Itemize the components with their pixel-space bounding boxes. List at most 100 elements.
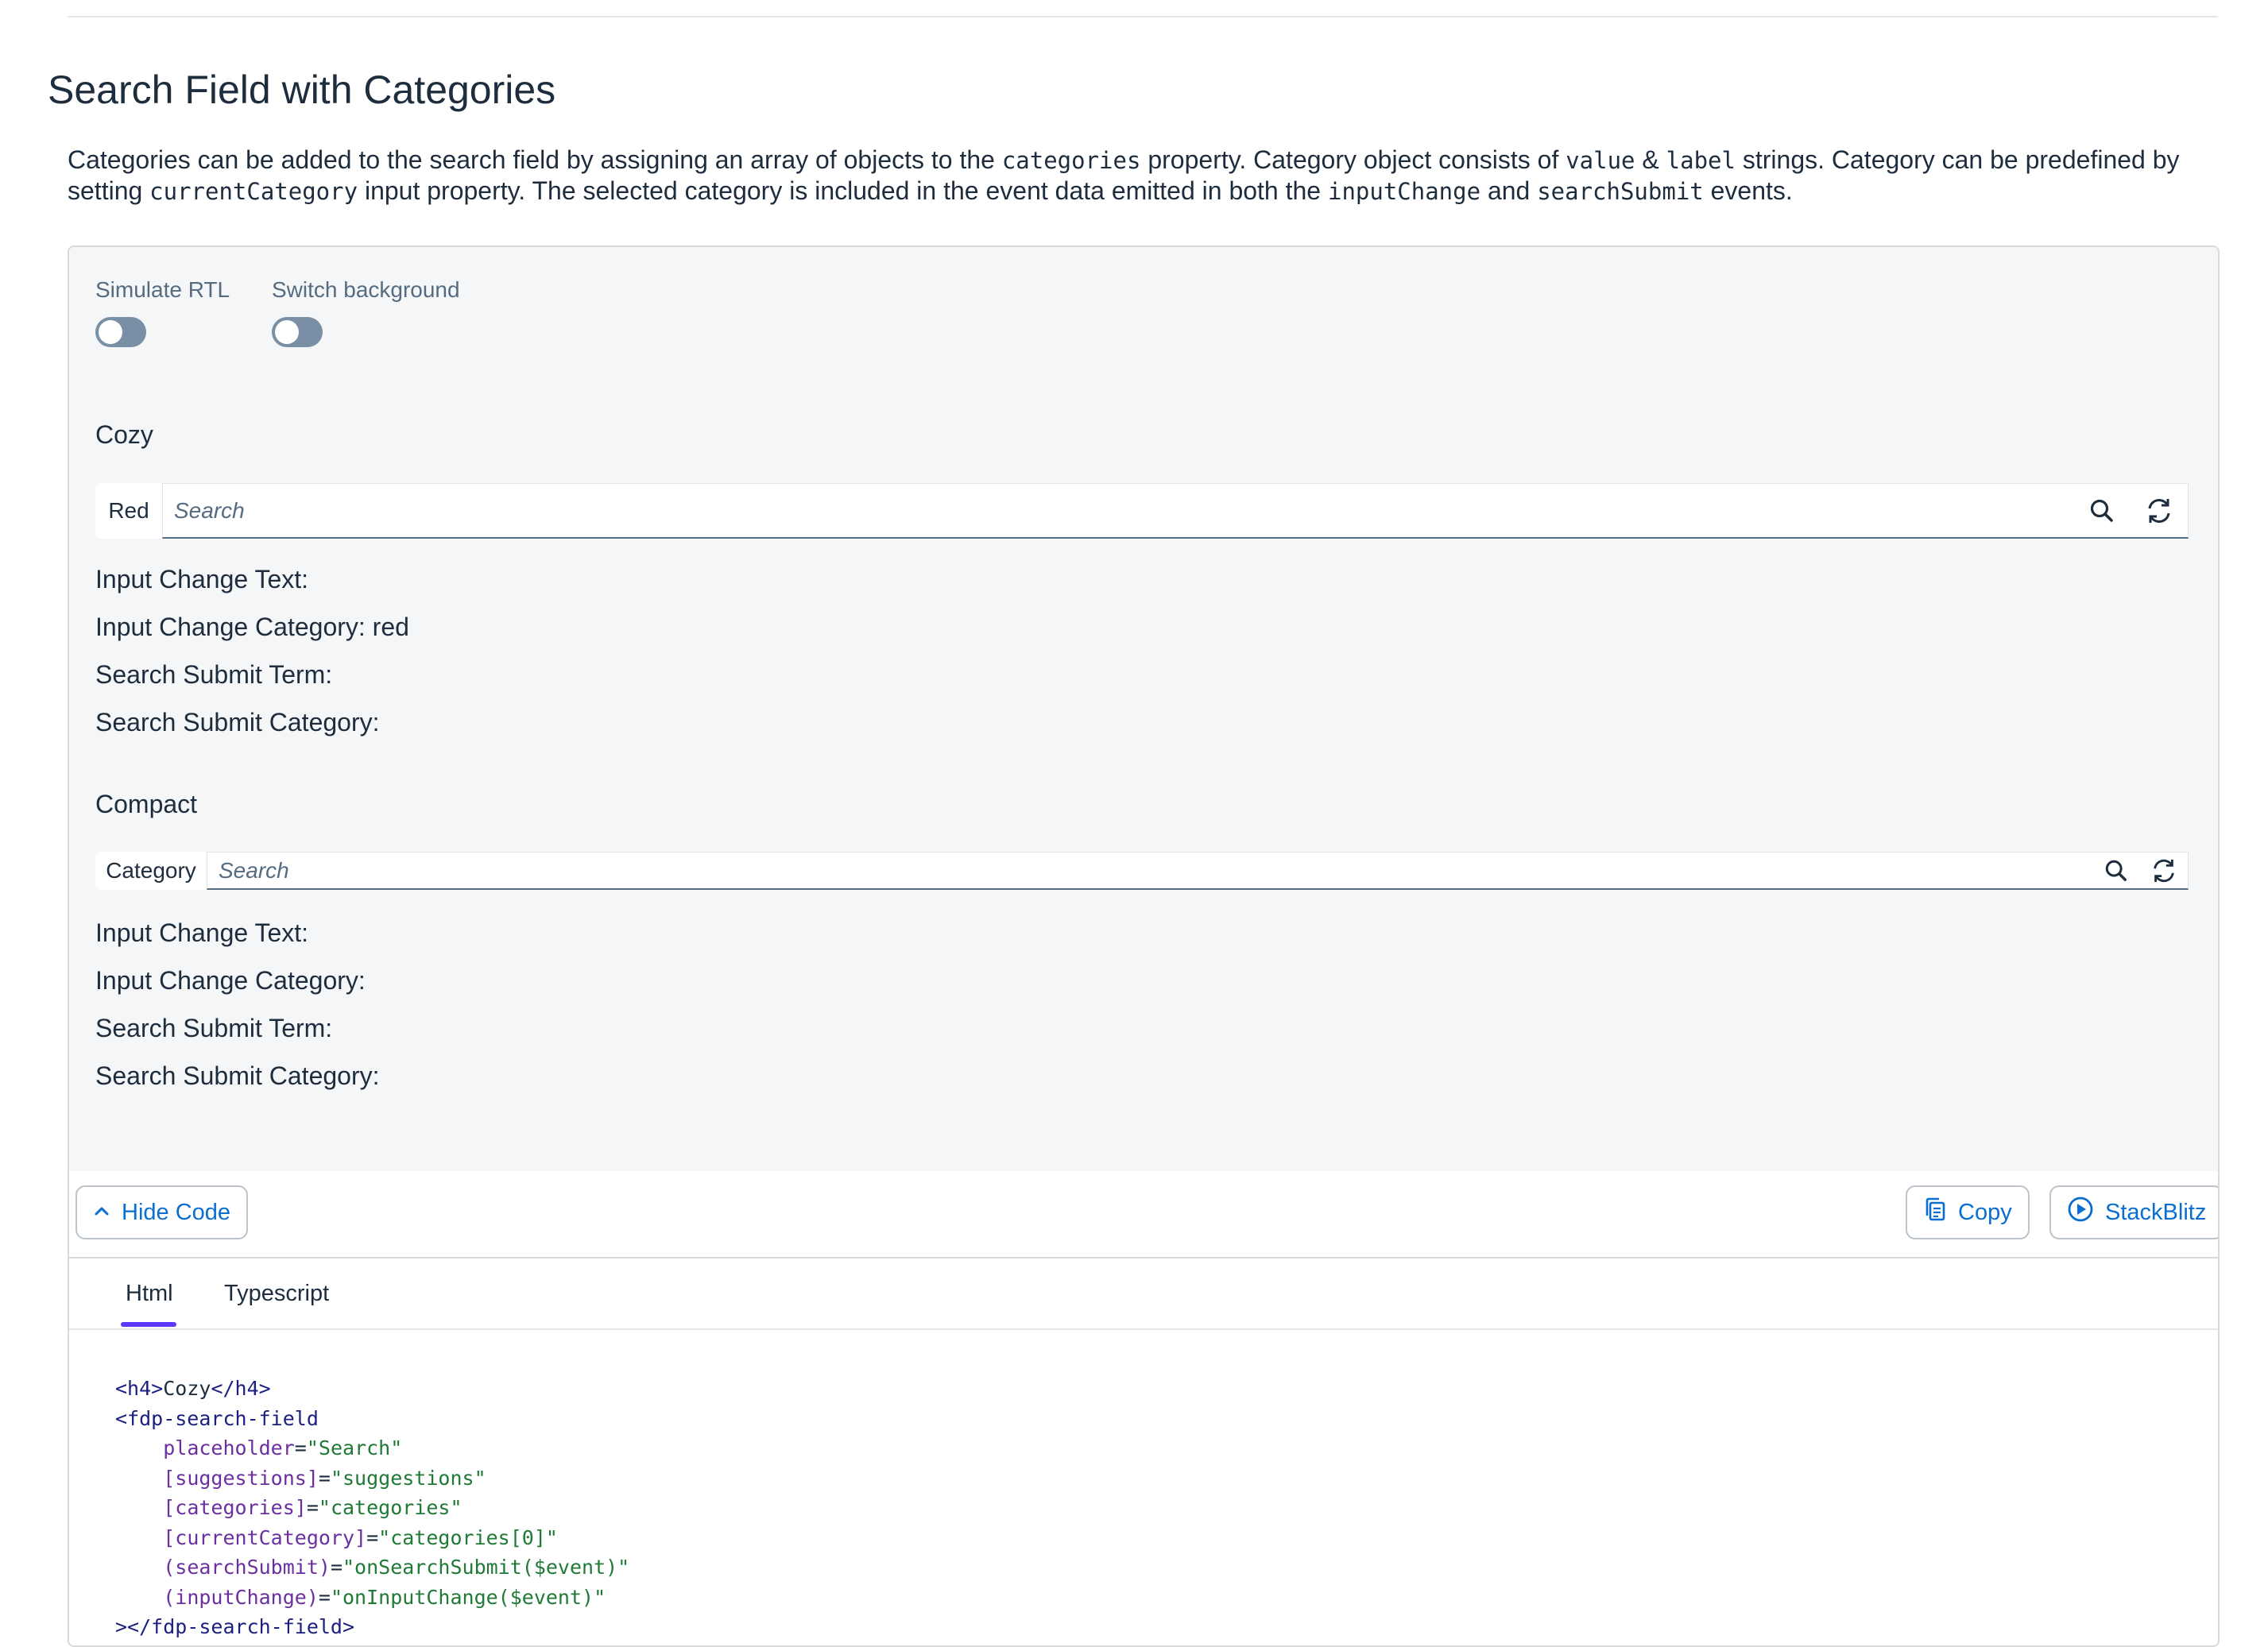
code-line: <fdp-search-field [115,1404,629,1434]
description-text: Categories can be added to the search fi… [68,145,1002,174]
compact-input-change-category: Input Change Category: [95,966,366,995]
code-line: (searchSubmit)="onSearchSubmit($event)" [115,1552,629,1583]
rtl-switch[interactable] [95,317,146,347]
code-token: Cozy [163,1377,211,1400]
code-token: ></fdp-search-field> [115,1615,355,1638]
background-toggle-group: Switch background [272,277,460,347]
inline-code: currentCategory [149,178,358,205]
stackblitz-label: StackBlitz [2105,1199,2207,1225]
code-token: "onInputChange($event)" [330,1585,606,1609]
refresh-icon[interactable] [2140,852,2188,888]
tab-html[interactable]: Html [126,1281,173,1307]
cozy-search-field: Red Search [95,483,2189,539]
cozy-input-change-category: Input Change Category: red [95,613,409,641]
description-text: events. [1703,176,1793,205]
rtl-toggle-group: Simulate RTL [95,277,230,347]
background-switch[interactable] [272,317,323,347]
compact-search-submit-term: Search Submit Term: [95,1014,333,1042]
code-line: [suggestions]="suggestions" [115,1463,629,1494]
code-tabs: Html Typescript [69,1258,2218,1330]
hide-code-label: Hide Code [122,1199,231,1225]
inline-code: label [1666,147,1736,174]
code-token: </h4> [211,1377,271,1400]
code-token: = [318,1466,331,1490]
cozy-input-change-text: Input Change Text: [95,565,309,593]
code-token: [currentCategory] [163,1525,367,1549]
code-token: [suggestions] [163,1466,319,1490]
code-token: "onSearchSubmit($event)" [343,1556,630,1579]
rtl-toggle-label: Simulate RTL [95,277,230,302]
code-token: (searchSubmit) [163,1556,331,1579]
chevron-up-icon [93,1200,110,1226]
code-token: = [318,1585,331,1609]
cozy-search-submit-term: Search Submit Term: [95,660,333,689]
active-tab-indicator [121,1322,176,1327]
code-token: = [366,1525,379,1549]
code-line: [categories]="categories" [115,1493,629,1523]
inline-code: value [1566,147,1635,174]
inline-code: searchSubmit [1537,178,1704,205]
compact-input-change-text: Input Change Text: [95,918,309,947]
compact-search-field: Category Search [95,852,2189,890]
cozy-search-submit-category: Search Submit Category: [95,708,380,737]
description-text: and [1480,176,1538,205]
inline-code: inputChange [1327,178,1481,205]
page-title: Search Field with Categories [48,68,556,112]
code-token: (inputChange) [163,1585,319,1609]
switch-knob [275,320,299,344]
search-icon[interactable] [2073,484,2131,537]
compact-search-placeholder: Search [219,857,289,883]
code-token: "categories" [318,1496,463,1519]
refresh-icon[interactable] [2131,484,2188,537]
compact-search-input[interactable]: Search [207,852,2189,890]
example-container: Simulate RTL Switch background Cozy Red … [68,246,2220,1647]
code-line: <h4>Cozy</h4> [115,1374,629,1404]
example-preview: Simulate RTL Switch background Cozy Red … [69,247,2218,1173]
switch-knob [99,320,122,344]
cozy-search-input[interactable]: Search [162,483,2189,539]
code-line: ></fdp-search-field> [115,1612,629,1642]
code-token: <fdp-search-field [115,1406,319,1430]
code-line: placeholder="Search" [115,1433,629,1463]
code-line: (inputChange)="onInputChange($event)" [115,1583,629,1613]
compact-search-submit-category: Search Submit Category: [95,1061,380,1090]
inline-code: categories [1001,147,1141,174]
copy-button[interactable]: Copy [1906,1185,2030,1239]
page-description: Categories can be added to the search fi… [68,145,2213,207]
cozy-heading: Cozy [95,420,153,449]
background-toggle-label: Switch background [272,277,460,302]
description-text: property. Category object consists of [1140,145,1566,174]
play-circle-icon [2067,1196,2094,1229]
code-token: "suggestions" [330,1466,486,1490]
code-block: <h4>Cozy</h4> <fdp-search-field placehold… [115,1374,629,1642]
code-token: <h4> [115,1377,164,1400]
code-token: "Search" [306,1436,403,1459]
compact-category-selector[interactable]: Category [95,852,207,890]
search-icon[interactable] [2092,852,2140,888]
code-token: [categories] [163,1496,307,1519]
description-text: & [1635,145,1666,174]
cozy-category-selector[interactable]: Red [95,483,162,539]
cozy-search-placeholder: Search [174,497,245,523]
code-token: "categories[0]" [378,1525,558,1549]
code-toolbar: Hide Code Copy StackBlitz [69,1171,2218,1258]
compact-heading: Compact [95,790,198,818]
top-divider [68,16,2218,17]
tab-typescript[interactable]: Typescript [224,1281,329,1307]
description-text: input property. The selected category is… [358,176,1328,205]
copy-icon [1923,1197,1947,1228]
code-token: = [306,1496,319,1519]
stackblitz-button[interactable]: StackBlitz [2049,1185,2218,1239]
code-token: placeholder [163,1436,295,1459]
copy-label: Copy [1958,1199,2012,1225]
code-token: = [330,1556,343,1579]
hide-code-button[interactable]: Hide Code [75,1185,249,1239]
code-token: = [294,1436,307,1459]
code-line: [currentCategory]="categories[0]" [115,1523,629,1553]
